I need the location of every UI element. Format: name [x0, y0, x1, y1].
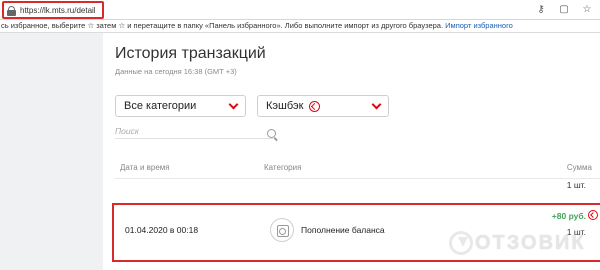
- lock-icon: [7, 5, 16, 16]
- star-icon[interactable]: ☆: [580, 2, 594, 17]
- key-icon[interactable]: ⚷: [534, 2, 548, 17]
- wallet-icon: [270, 218, 294, 242]
- column-header-category: Категория: [264, 163, 302, 172]
- chevron-down-icon: [228, 99, 239, 110]
- address-bar[interactable]: https://lk.mts.ru/detail: [2, 1, 104, 19]
- category-dropdown[interactable]: Все категории: [115, 95, 246, 117]
- watermark: ОТЗОВИК: [449, 228, 599, 258]
- reader-icon[interactable]: ▢: [557, 2, 571, 17]
- search-input[interactable]: Поиск: [115, 123, 273, 139]
- table-divider: [115, 178, 600, 179]
- category-dropdown-value: Все категории: [124, 100, 197, 112]
- cashback-icon: [588, 210, 598, 220]
- cashback-icon: [309, 100, 321, 112]
- bookmarks-hint: сь избранное, выберите ☆ затем ☆ и перет…: [1, 21, 444, 30]
- import-bookmarks-link[interactable]: Импорт избранного: [445, 21, 513, 30]
- column-header-sum: Сумма: [566, 163, 592, 172]
- otzovik-logo-icon: [449, 231, 473, 255]
- toolbar-icons: ⚷ ▢ ☆: [534, 2, 594, 17]
- chevron-down-icon: [371, 99, 382, 110]
- data-timestamp: Данные на сегодня 16:38 (GMT +3): [115, 67, 237, 76]
- url-text: https://lk.mts.ru/detail: [20, 5, 96, 15]
- previous-row-qty: 1 шт.: [566, 180, 586, 190]
- cashback-dropdown-value: Кэшбэк: [266, 100, 304, 112]
- cashback-dropdown[interactable]: Кэшбэк: [257, 95, 389, 117]
- transaction-amount: +80 руб.: [551, 211, 586, 221]
- browser-toolbar: https://lk.mts.ru/detail ⚷ ▢ ☆: [0, 0, 600, 20]
- transaction-date: 01.04.2020 в 00:18: [125, 225, 199, 235]
- watermark-text: ОТЗОВИК: [475, 231, 586, 254]
- page-title: История транзакций: [115, 45, 266, 62]
- bookmarks-bar: сь избранное, выберите ☆ затем ☆ и перет…: [0, 20, 600, 33]
- search-icon[interactable]: [267, 129, 276, 138]
- transaction-category: Пополнение баланса: [301, 225, 385, 235]
- column-header-date: Дата и время: [120, 163, 170, 172]
